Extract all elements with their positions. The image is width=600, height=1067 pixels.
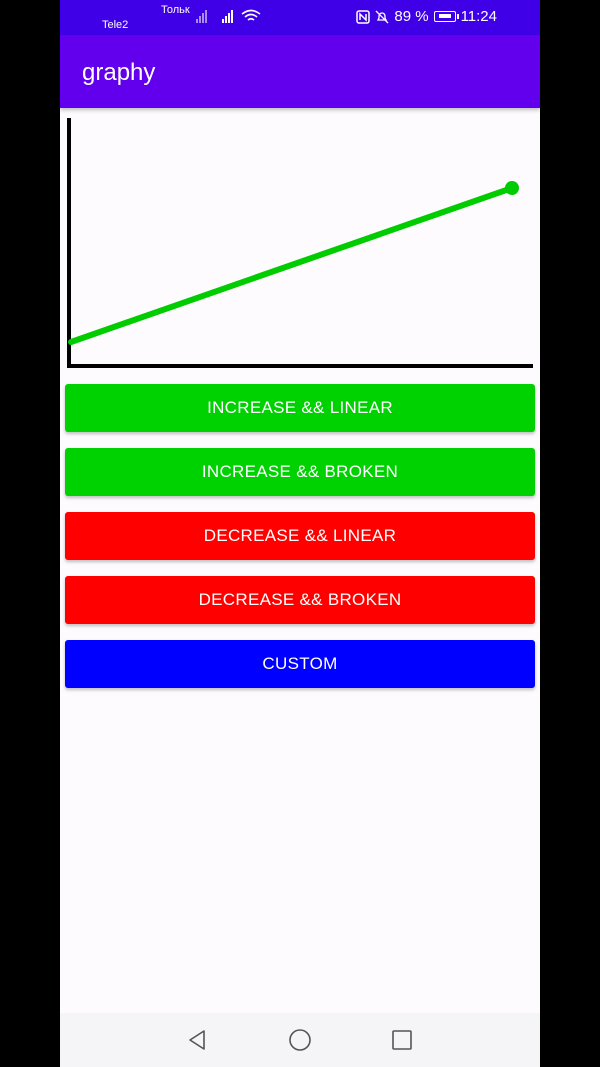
carrier-label-secondary: Tele2: [102, 19, 129, 31]
status-right-group: 89 % 11:24: [356, 8, 497, 25]
action-button-1[interactable]: INCREASE && BROKEN: [65, 448, 535, 496]
action-button-4[interactable]: CUSTOM: [65, 640, 535, 688]
status-bar: Тольк Tele2 89 % 11:24: [60, 0, 540, 35]
battery-charging-icon: [433, 11, 459, 22]
action-button-2[interactable]: DECREASE && LINEAR: [65, 512, 535, 560]
signal-icon: [196, 9, 207, 23]
action-button-3[interactable]: DECREASE && BROKEN: [65, 576, 535, 624]
series-end-point-0: [505, 181, 519, 195]
back-icon[interactable]: [186, 1029, 208, 1051]
wifi-icon: [241, 9, 261, 21]
series-line-0: [68, 185, 515, 345]
signal-icon: [222, 9, 233, 23]
app-bar: graphy: [60, 35, 540, 108]
navigation-bar: [60, 1013, 540, 1067]
phone-screen: Тольк Tele2 89 % 11:24 graphy INCREASE &…: [60, 0, 540, 1067]
line-chart: [67, 118, 533, 368]
app-title: graphy: [82, 59, 156, 86]
clock: 11:24: [460, 8, 497, 25]
recents-icon[interactable]: [392, 1030, 412, 1050]
battery-percent: 89 %: [394, 8, 429, 25]
mute-icon: [375, 10, 389, 23]
nfc-icon: [356, 9, 371, 24]
carrier-label-primary: Тольк: [161, 4, 190, 16]
home-icon[interactable]: [288, 1028, 312, 1052]
action-button-0[interactable]: INCREASE && LINEAR: [65, 384, 535, 432]
